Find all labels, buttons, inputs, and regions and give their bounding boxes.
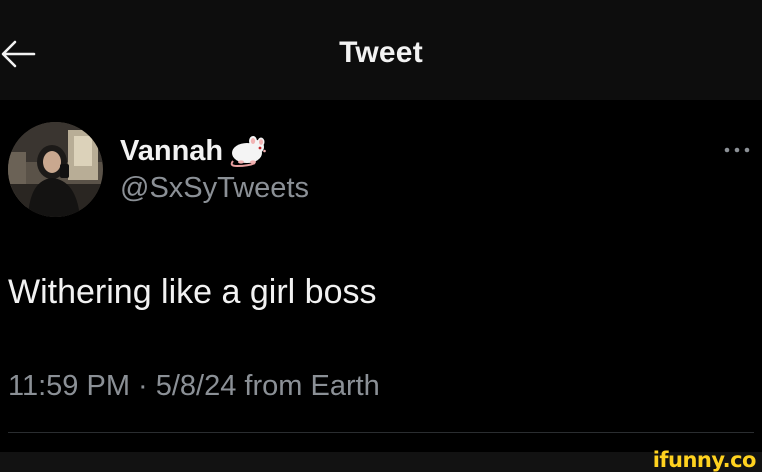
watermark: ifunny.co: [652, 448, 757, 472]
author-display-name: Vannah: [120, 134, 224, 167]
avatar[interactable]: [8, 122, 103, 217]
author-handle[interactable]: @SxSyTweets: [120, 172, 309, 205]
page-title: Tweet: [339, 36, 423, 69]
bottom-strip: [0, 452, 762, 472]
tweet-text: Withering like a girl boss: [8, 273, 377, 311]
ellipsis-icon: [724, 147, 750, 153]
more-options-button[interactable]: [722, 139, 754, 161]
divider: [8, 432, 754, 433]
top-bar: Tweet: [0, 0, 762, 100]
rat-emoji-icon: [225, 133, 269, 169]
tweet-timestamp: 11:59 PM · 5/8/24 from Earth: [8, 370, 380, 402]
author-name-row[interactable]: Vannah: [120, 131, 269, 171]
